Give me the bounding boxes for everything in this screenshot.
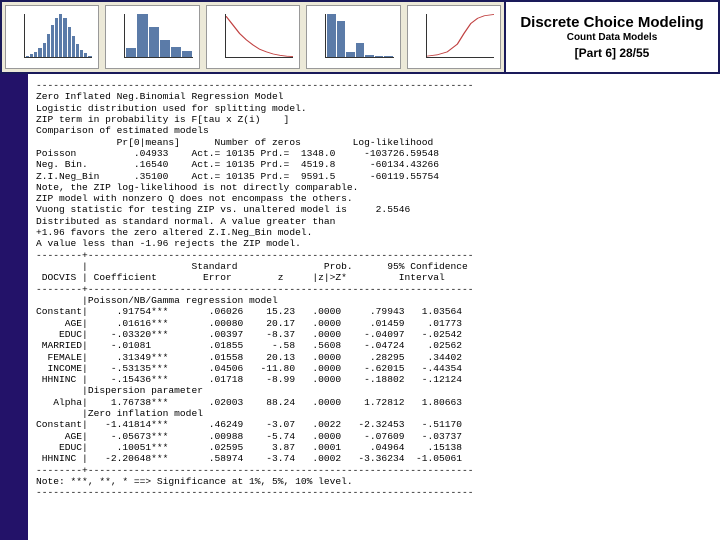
bar — [149, 27, 159, 57]
bar — [30, 54, 33, 57]
title-box: Discrete Choice Modeling Count Data Mode… — [506, 2, 718, 72]
curve — [226, 16, 293, 56]
bar — [80, 50, 83, 57]
bar — [38, 48, 41, 57]
thumb-chart-5 — [407, 5, 501, 69]
bar — [84, 53, 87, 57]
bar — [72, 36, 75, 58]
thumb-chart-1 — [5, 5, 99, 69]
regression-output: ----------------------------------------… — [36, 80, 714, 499]
title-main: Discrete Choice Modeling — [520, 14, 703, 31]
bar — [76, 44, 79, 57]
bar — [171, 47, 181, 57]
bar — [68, 27, 71, 57]
bar — [59, 14, 62, 57]
bar — [34, 52, 37, 57]
thumb-chart-3 — [206, 5, 300, 69]
bar — [182, 51, 192, 57]
bar — [375, 56, 383, 57]
curve — [427, 14, 494, 56]
bar — [365, 55, 373, 57]
bar — [356, 43, 364, 57]
side-accent — [0, 74, 28, 540]
slide-header: Discrete Choice Modeling Count Data Mode… — [0, 0, 720, 74]
title-part: [Part 6] 28/55 — [575, 46, 650, 60]
thumb-chart-2 — [105, 5, 199, 69]
bar — [26, 56, 29, 57]
bar — [337, 21, 345, 57]
bar — [327, 14, 335, 57]
bar — [88, 56, 91, 57]
bar — [160, 40, 170, 57]
thumbnail-chart-row — [2, 2, 506, 72]
slide-body: ----------------------------------------… — [0, 74, 720, 540]
bar — [43, 43, 46, 57]
bar — [346, 52, 354, 57]
bar — [47, 34, 50, 57]
title-sub: Count Data Models — [567, 32, 658, 43]
bar — [384, 56, 392, 57]
bar — [55, 18, 58, 57]
bar — [137, 14, 147, 57]
thumb-chart-4 — [306, 5, 400, 69]
bar — [126, 48, 136, 57]
bar — [63, 18, 66, 57]
bar — [51, 25, 54, 57]
slide-root: Discrete Choice Modeling Count Data Mode… — [0, 0, 720, 540]
content-area: ----------------------------------------… — [28, 74, 720, 540]
